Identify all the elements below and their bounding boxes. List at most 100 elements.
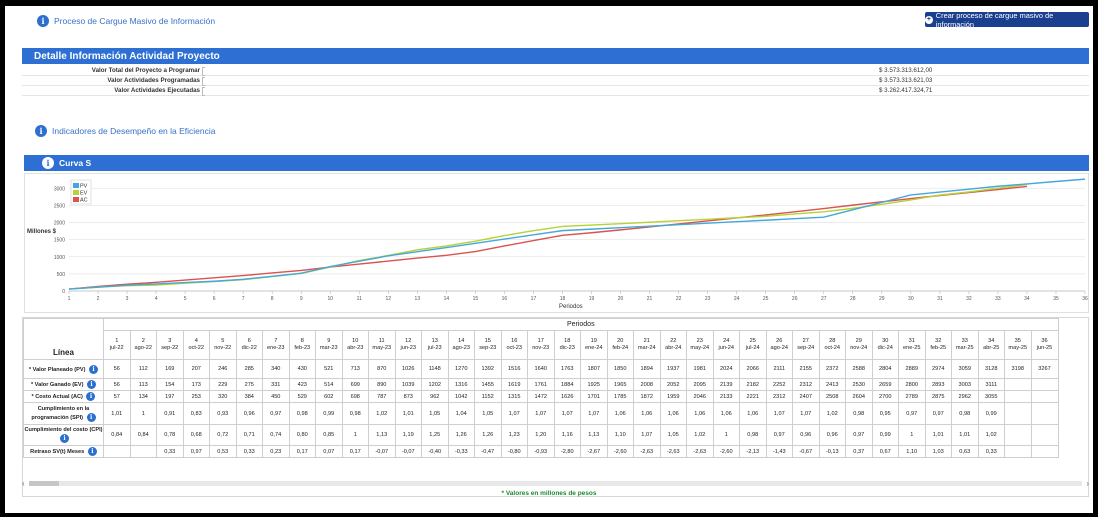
scroll-thumb[interactable]	[28, 481, 59, 486]
table-cell: -0,13	[818, 445, 846, 458]
bulk-upload-link[interactable]: i Proceso de Cargue Masivo de Informació…	[37, 12, 215, 30]
table-cell: 1,10	[606, 424, 634, 446]
table-period-row: 1 jul-22 2 ago-22 3 sep-22 4 oct-22 5 nov-22 6 dic-…	[24, 330, 1059, 360]
row-label: * Costo Actual (AC) i	[23, 390, 104, 403]
scroll-track[interactable]	[28, 481, 1083, 486]
x-tick-label: 10	[327, 296, 333, 302]
y-tick-label: 2000	[54, 221, 65, 227]
table-cell: -0,80	[500, 445, 528, 458]
table-cell: 1	[712, 424, 740, 446]
table-cell: 0,17	[341, 445, 369, 458]
table-cell: -2,63	[686, 445, 714, 458]
table-cell: 2312	[792, 378, 820, 391]
table-cell: 1701	[580, 390, 608, 403]
table-cell: 3198	[1004, 359, 1032, 379]
x-tick-label: 29	[879, 296, 885, 302]
row-label: Cumplimiento en la programación (SPI) i	[23, 402, 104, 425]
indicators-table: Línea Periodos 1 jul-22 2 ago-22 3 sep-22 4 oct-2…	[23, 318, 1059, 458]
table-cell	[1030, 390, 1059, 403]
info-icon: i	[37, 15, 49, 27]
info-icon[interactable]: i	[86, 392, 96, 401]
info-icon[interactable]: i	[89, 364, 99, 374]
x-tick-label: 14	[444, 296, 450, 302]
table-cell: 1,06	[659, 402, 687, 425]
period-header: 18 dic-23	[553, 330, 581, 360]
line-header: Línea	[23, 318, 104, 360]
table-cell: 169	[156, 359, 184, 379]
table-cell: 2066	[739, 359, 767, 379]
info-icon[interactable]: i	[60, 434, 69, 443]
table-cell	[1030, 445, 1059, 458]
detail-label: Valor Total del Proyecto a Programar	[91, 67, 200, 74]
footer-note: * Valores en millones de pesos	[501, 490, 597, 497]
table-cell: 1455	[474, 378, 502, 391]
table-cell: 1516	[500, 359, 528, 379]
period-header: 3 sep-22	[156, 330, 184, 360]
table-cell: 275	[235, 378, 263, 391]
x-tick-label: 21	[647, 296, 653, 302]
info-icon[interactable]: i	[87, 380, 97, 389]
chart-svg: 0500100015002000250030001 2 3 4 5 6 7 8 9 10 11 12 1…	[27, 178, 1088, 310]
table-cell: 1,20	[527, 424, 555, 446]
detail-value: $ 3.573.313.621,03	[879, 77, 933, 84]
table-cell: 154	[156, 378, 184, 391]
table-cell: 1,07	[553, 402, 581, 425]
x-tick-label: 32	[966, 296, 972, 302]
period-header: 32 feb-25	[924, 330, 952, 360]
table-row: * Valor Planeado (PV) i 56 112 169 207 246 285…	[23, 359, 1059, 379]
table-cell: 1,03	[924, 445, 952, 458]
table-cell: -0,07	[368, 445, 396, 458]
table-cell: 2508	[818, 390, 846, 403]
table-cell	[103, 445, 131, 458]
table-cell: 2875	[924, 390, 952, 403]
x-tick-label: 6	[213, 296, 216, 302]
x-axis-label: Periodos	[559, 304, 583, 310]
table-scrollbar[interactable]: ‹ ›	[22, 479, 1089, 488]
x-tick-label: 34	[1024, 296, 1030, 302]
table-cell: 1850	[606, 359, 634, 379]
table-cell: 1872	[633, 390, 661, 403]
table-cell: 0,53	[209, 445, 237, 458]
table-row: Cumplimiento del costo (CPI) i 0,84 0,84 0,…	[23, 424, 1059, 446]
create-bulk-upload-button[interactable]: + Crear proceso de cargue masivo de info…	[925, 11, 1089, 29]
table-cell: 423	[288, 378, 316, 391]
table-cell: 3059	[951, 359, 979, 379]
period-header: 36 jun-25	[1030, 330, 1059, 360]
row-label: Retraso SV(t) Meses i	[23, 445, 104, 458]
x-tick-label: 35	[1053, 296, 1059, 302]
table-cell: -0,40	[421, 445, 449, 458]
table-cell: 2111	[765, 359, 793, 379]
scroll-left-icon[interactable]: ‹	[22, 479, 25, 488]
table-cell: 0,17	[288, 445, 316, 458]
period-header: 14 ago-23	[447, 330, 475, 360]
info-icon[interactable]: i	[87, 447, 97, 456]
info-icon[interactable]: i	[86, 412, 96, 422]
table-cell: 0,23	[262, 445, 290, 458]
table-cell: 2008	[633, 378, 661, 391]
x-tick-label: 33	[995, 296, 1001, 302]
scroll-right-icon[interactable]: ›	[1086, 479, 1089, 488]
table-cell: 0,99	[315, 402, 343, 425]
table-cell: 870	[368, 359, 396, 379]
period-header: 6 dic-22	[235, 330, 263, 360]
table-cell: 0,67	[871, 445, 899, 458]
indicators-title: Indicadores de Desempeño en la Eficienci…	[52, 126, 216, 136]
table-cell: 0,68	[182, 424, 210, 446]
info-icon: i	[35, 125, 47, 137]
x-tick-label: 23	[705, 296, 711, 302]
table-cell: 1626	[553, 390, 581, 403]
table-cell: 2974	[924, 359, 952, 379]
table-cell: 1,07	[527, 402, 555, 425]
legend-label-pv: PV	[80, 184, 88, 190]
indicators-link[interactable]: i Indicadores de Desempeño en la Eficien…	[35, 125, 216, 137]
table-cell: 1202	[421, 378, 449, 391]
table-cell: 602	[315, 390, 343, 403]
table-cell: 1,10	[898, 445, 926, 458]
period-header: 26 ago-24	[765, 330, 793, 360]
table-cell: 1981	[686, 359, 714, 379]
table-cell: 2588	[845, 359, 873, 379]
table-cell: 173	[182, 378, 210, 391]
table-cell: 450	[262, 390, 290, 403]
table-cell: 1937	[659, 359, 687, 379]
table-cell: 2800	[898, 378, 926, 391]
